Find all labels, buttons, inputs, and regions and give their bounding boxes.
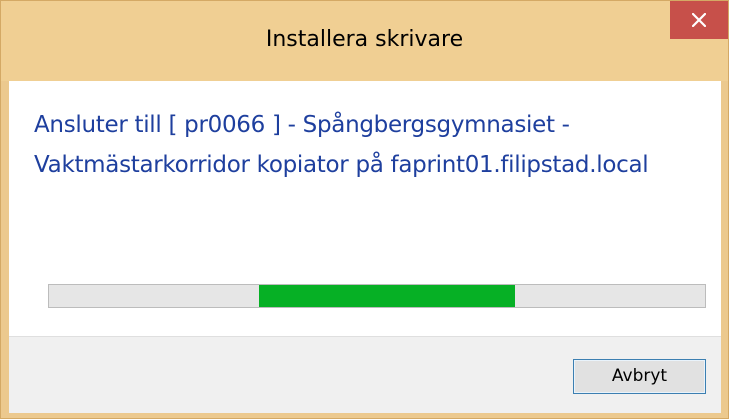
progress-bar [48,284,706,308]
title-bar[interactable]: Installera skrivare [1,1,728,81]
progress-marquee [259,285,515,307]
dialog-content: Ansluter till [ pr0066 ] - Spångbergsgym… [9,81,721,413]
close-button[interactable] [670,1,728,39]
dialog-footer: Avbryt [9,336,721,413]
cancel-button[interactable]: Avbryt [573,359,706,394]
window-title: Installera skrivare [265,27,464,52]
connection-message: Ansluter till [ pr0066 ] - Spångbergsgym… [34,112,649,178]
install-printer-dialog: Installera skrivare Ansluter till [ pr00… [0,0,729,419]
close-icon [692,13,706,27]
